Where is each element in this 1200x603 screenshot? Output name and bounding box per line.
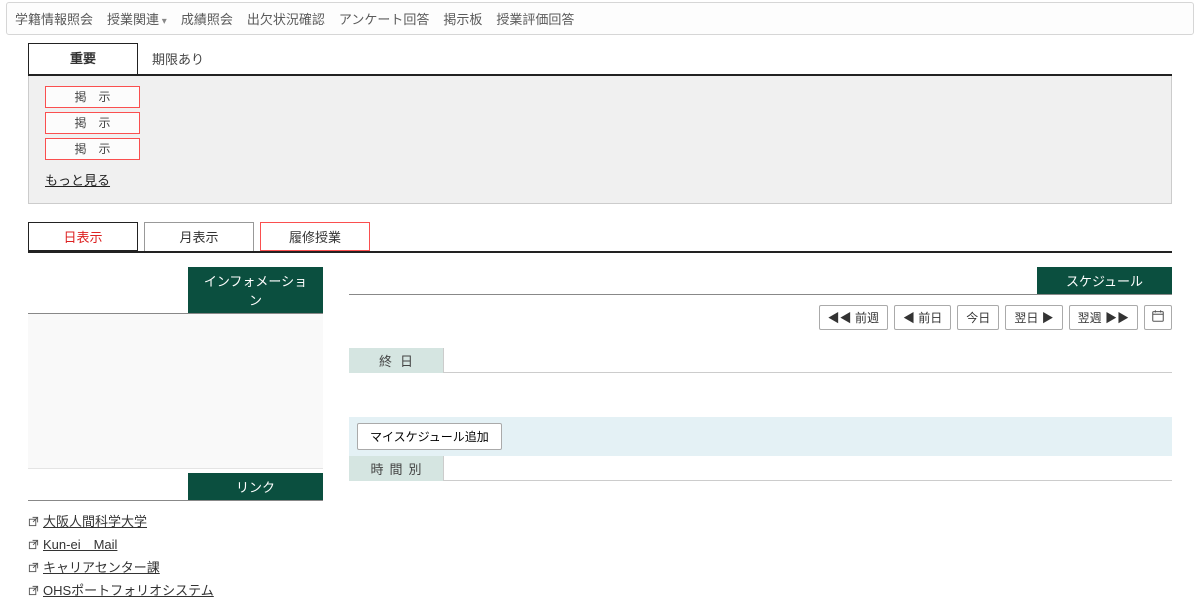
add-my-schedule-button[interactable]: マイスケジュール追加: [357, 423, 502, 450]
tab-registered-classes[interactable]: 履修授業: [260, 222, 370, 251]
top-menu-item-3[interactable]: 出欠状況確認: [247, 9, 325, 28]
today-button[interactable]: 今日: [957, 305, 999, 330]
top-menu-bar: 学籍情報照会授業関連成績照会出欠状況確認アンケート回答掲示板授業評価回答: [6, 2, 1194, 35]
external-link-0[interactable]: 大阪人間科学大学: [43, 511, 147, 530]
external-link-icon: [28, 515, 39, 526]
notice-badge[interactable]: 掲示: [45, 138, 140, 160]
top-menu-item-6[interactable]: 授業評価回答: [496, 9, 574, 28]
top-menu-item-5[interactable]: 掲示板: [443, 9, 482, 28]
tab-important[interactable]: 重要: [28, 43, 138, 74]
links-header: リンク: [188, 473, 323, 500]
calendar-picker-button[interactable]: [1144, 305, 1172, 330]
main-content: 重要 期限あり 掲示 掲示 掲示 もっと見る 日表示 月表示 履修授業 インフォ…: [0, 43, 1200, 603]
top-menu-item-2[interactable]: 成績照会: [181, 9, 233, 28]
tab-with-deadline[interactable]: 期限あり: [138, 43, 218, 74]
external-links-list: 大阪人間科学大学 Kun-ei Mail キャリアセンター課 OHSポートフォリオシス…: [28, 501, 323, 603]
show-more-link[interactable]: もっと見る: [45, 170, 110, 189]
information-header: インフォメーション: [188, 267, 323, 313]
all-day-body: [444, 348, 1172, 373]
top-menu-item-1[interactable]: 授業関連: [107, 9, 167, 28]
notice-panel: 掲示 掲示 掲示 もっと見る: [28, 76, 1172, 204]
external-link-3[interactable]: OHSポートフォリオシステム: [43, 580, 214, 599]
information-body: [28, 314, 323, 469]
left-column: インフォメーション リンク 大阪人間科学大学 Kun-ei Mail キャリアセンタ…: [28, 267, 323, 603]
notice-badge[interactable]: 掲示: [45, 112, 140, 134]
top-menu-item-4[interactable]: アンケート回答: [339, 9, 429, 28]
important-tab-bar: 重要 期限あり: [28, 43, 1172, 76]
tab-month-view[interactable]: 月表示: [144, 222, 254, 251]
external-link-icon: [28, 584, 39, 595]
calendar-icon: [1151, 309, 1165, 326]
schedule-nav: ◀◀ 前週 ◀ 前日 今日 翌日 ▶ 翌週 ▶▶: [349, 305, 1172, 330]
right-column: スケジュール ◀◀ 前週 ◀ 前日 今日 翌日 ▶ 翌週 ▶▶ 終日 マイ: [349, 267, 1172, 481]
next-day-button[interactable]: 翌日 ▶: [1005, 305, 1062, 330]
external-link-icon: [28, 561, 39, 572]
external-link-1[interactable]: Kun-ei Mail: [43, 534, 117, 553]
external-link-2[interactable]: キャリアセンター課: [43, 557, 160, 576]
my-schedule-row: マイスケジュール追加: [349, 417, 1172, 456]
all-day-label: 終日: [349, 348, 444, 373]
view-tab-bar: 日表示 月表示 履修授業: [28, 222, 1172, 253]
notice-badge[interactable]: 掲示: [45, 86, 140, 108]
prev-day-button[interactable]: ◀ 前日: [894, 305, 951, 330]
tab-day-view[interactable]: 日表示: [28, 222, 138, 251]
hourly-body: [444, 456, 1172, 481]
hourly-label: 時間別: [349, 456, 444, 481]
schedule-header: スケジュール: [1037, 267, 1172, 294]
top-menu-item-0[interactable]: 学籍情報照会: [15, 9, 93, 28]
external-link-icon: [28, 538, 39, 549]
prev-week-button[interactable]: ◀◀ 前週: [819, 305, 888, 330]
hourly-row: 時間別: [349, 456, 1172, 481]
all-day-row: 終日: [349, 348, 1172, 373]
next-week-button[interactable]: 翌週 ▶▶: [1069, 305, 1138, 330]
